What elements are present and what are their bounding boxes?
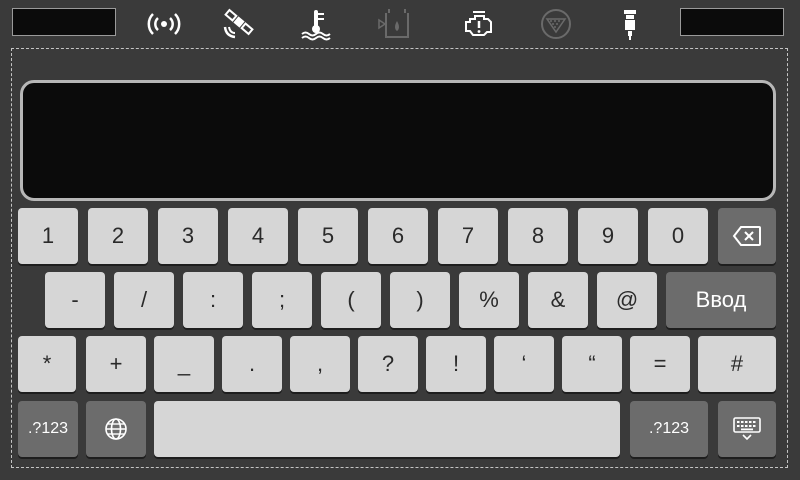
key-minus[interactable]: - <box>45 272 105 328</box>
key-plus[interactable]: + <box>86 336 146 392</box>
key-hash[interactable]: # <box>698 336 776 392</box>
key-slash[interactable]: / <box>114 272 174 328</box>
symbols-toggle-right[interactable]: .?123 <box>630 401 708 457</box>
key-3[interactable]: 3 <box>158 208 218 264</box>
status-left-display <box>12 8 116 36</box>
key-single-quote[interactable]: ‘ <box>494 336 554 392</box>
key-close-paren[interactable]: ) <box>390 272 450 328</box>
key-underscore[interactable]: _ <box>154 336 214 392</box>
key-5[interactable]: 5 <box>298 208 358 264</box>
enter-button[interactable]: Ввод <box>666 272 776 328</box>
symbols-toggle-left[interactable]: .?123 <box>18 401 78 457</box>
key-4[interactable]: 4 <box>228 208 288 264</box>
key-exclamation[interactable]: ! <box>426 336 486 392</box>
space-bar[interactable] <box>154 401 620 457</box>
key-8[interactable]: 8 <box>508 208 568 264</box>
globe-icon <box>104 417 128 441</box>
key-1[interactable]: 1 <box>18 208 78 264</box>
key-ampersand[interactable]: & <box>528 272 588 328</box>
status-bar <box>0 0 800 46</box>
filter-icon <box>536 6 576 42</box>
backspace-icon <box>732 225 762 247</box>
key-9[interactable]: 9 <box>578 208 638 264</box>
hide-keyboard-icon <box>733 417 761 441</box>
wireless-signal-icon <box>144 6 184 42</box>
satellite-icon <box>218 6 258 42</box>
coolant-temperature-icon <box>296 6 336 42</box>
key-percent[interactable]: % <box>459 272 519 328</box>
key-equals[interactable]: = <box>630 336 690 392</box>
spark-plug-icon <box>610 6 650 42</box>
key-double-quote[interactable]: “ <box>562 336 622 392</box>
key-2[interactable]: 2 <box>88 208 148 264</box>
key-at[interactable]: @ <box>597 272 657 328</box>
key-period[interactable]: . <box>222 336 282 392</box>
key-comma[interactable]: , <box>290 336 350 392</box>
status-right-display <box>680 8 784 36</box>
key-6[interactable]: 6 <box>368 208 428 264</box>
fuel-tank-icon <box>374 6 414 42</box>
key-7[interactable]: 7 <box>438 208 498 264</box>
language-button[interactable] <box>86 401 146 457</box>
input-display[interactable] <box>20 80 776 201</box>
hide-keyboard-button[interactable] <box>718 401 776 457</box>
backspace-key[interactable] <box>718 208 776 264</box>
key-asterisk[interactable]: * <box>18 336 76 392</box>
key-0[interactable]: 0 <box>648 208 708 264</box>
check-engine-icon <box>460 6 500 42</box>
key-semicolon[interactable]: ; <box>252 272 312 328</box>
key-colon[interactable]: : <box>183 272 243 328</box>
key-open-paren[interactable]: ( <box>321 272 381 328</box>
key-question[interactable]: ? <box>358 336 418 392</box>
